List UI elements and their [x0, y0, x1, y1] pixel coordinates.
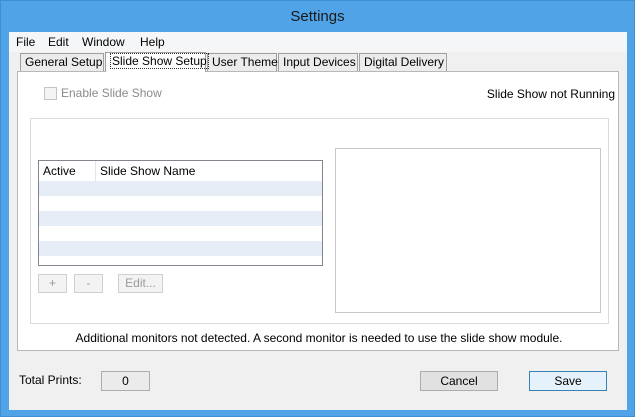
- column-header-active[interactable]: Active: [43, 164, 76, 178]
- list-header: Active Slide Show Name: [39, 161, 322, 181]
- tab-digital-delivery[interactable]: Digital Delivery: [359, 53, 447, 71]
- save-button[interactable]: Save: [529, 371, 607, 391]
- list-row: [39, 211, 322, 226]
- menu-file[interactable]: File: [14, 34, 37, 50]
- settings-window: Settings File Edit Window Help General S…: [0, 0, 635, 417]
- slide-show-list[interactable]: Active Slide Show Name: [38, 160, 323, 266]
- slide-show-setup-panel: Enable Slide Show Slide Show not Running…: [17, 71, 619, 351]
- cancel-button[interactable]: Cancel: [420, 371, 498, 391]
- column-header-slide-show-name[interactable]: Slide Show Name: [100, 164, 195, 178]
- tab-user-theme[interactable]: User Theme: [207, 53, 278, 71]
- list-row: [39, 181, 322, 196]
- menu-window[interactable]: Window: [80, 34, 127, 50]
- menu-help[interactable]: Help: [138, 34, 167, 50]
- tab-slide-show-setup-label: Slide Show Setup: [110, 53, 209, 69]
- window-title: Settings: [290, 8, 345, 25]
- tab-digital-delivery-label: Digital Delivery: [364, 55, 445, 69]
- enable-slide-show-label: Enable Slide Show: [61, 86, 162, 100]
- total-prints-value: 0: [101, 371, 150, 391]
- tab-user-theme-label: User Theme: [212, 55, 278, 69]
- column-separator[interactable]: [95, 161, 96, 181]
- list-row: [39, 241, 322, 256]
- slide-show-status: Slide Show not Running: [486, 87, 615, 101]
- remove-slide-show-button[interactable]: -: [74, 274, 103, 293]
- slide-show-group: Active Slide Show Name + - Edit...: [30, 118, 609, 324]
- tab-slide-show-setup[interactable]: Slide Show Setup: [105, 52, 209, 72]
- monitor-notice: Additional monitors not detected. A seco…: [75, 331, 563, 345]
- edit-slide-show-button[interactable]: Edit...: [118, 274, 163, 293]
- slide-show-preview: [335, 148, 601, 313]
- menu-edit[interactable]: Edit: [46, 34, 71, 50]
- tab-general-setup[interactable]: General Setup: [20, 53, 104, 71]
- tab-input-devices[interactable]: Input Devices: [278, 53, 358, 71]
- menu-bar: File Edit Window Help: [9, 32, 627, 52]
- enable-slide-show-checkbox[interactable]: Enable Slide Show: [44, 85, 162, 101]
- add-slide-show-button[interactable]: +: [38, 274, 67, 293]
- list-row: [39, 196, 322, 211]
- list-row: [39, 226, 322, 241]
- tab-general-setup-label: General Setup: [25, 55, 103, 69]
- tab-input-devices-label: Input Devices: [283, 55, 356, 69]
- window-client-area: File Edit Window Help General Setup Slid…: [9, 32, 627, 410]
- checkbox-box[interactable]: [44, 86, 57, 100]
- total-prints-label: Total Prints:: [19, 373, 82, 387]
